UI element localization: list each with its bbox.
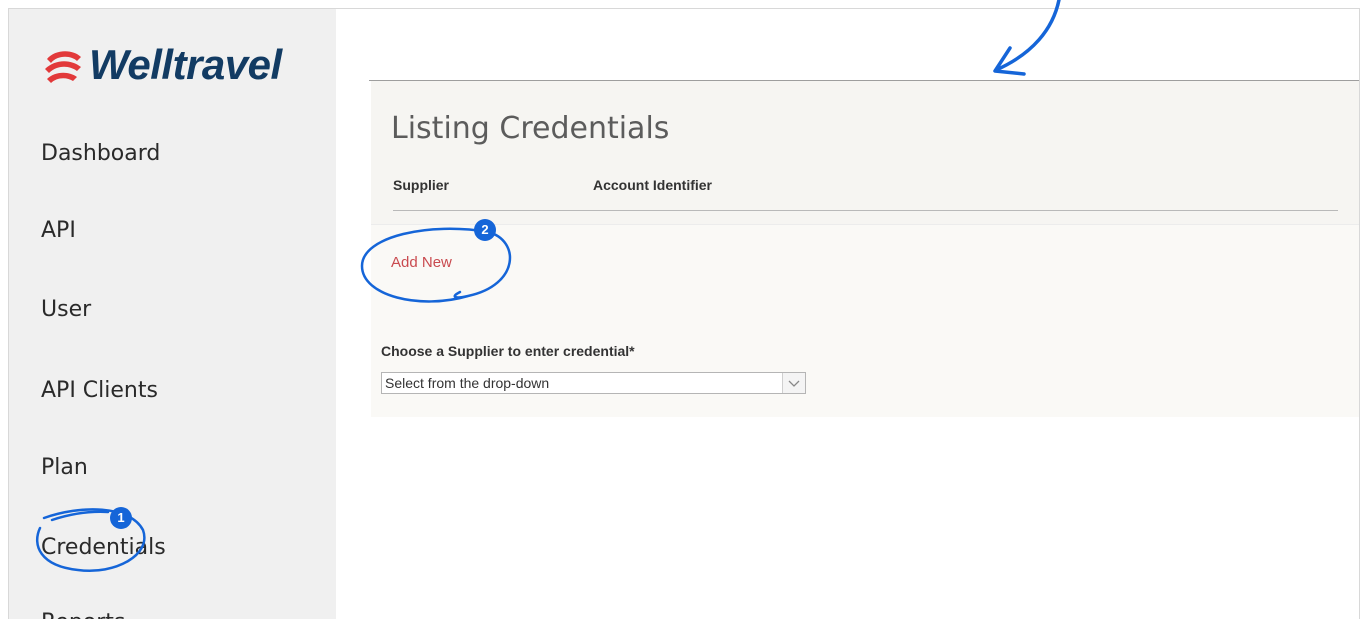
brand-logo[interactable]: Welltravel bbox=[41, 41, 282, 89]
panel-header: Listing Credentials Supplier Account Ide… bbox=[371, 81, 1359, 225]
supplier-select-value: Select from the drop-down bbox=[385, 375, 550, 391]
column-header-account-identifier[interactable]: Account Identifier bbox=[593, 177, 712, 193]
sidebar: Welltravel Dashboard API User API Client… bbox=[9, 9, 336, 619]
add-new-link[interactable]: Add New bbox=[391, 254, 452, 271]
credentials-panel: Listing Credentials Supplier Account Ide… bbox=[371, 81, 1359, 417]
dropdown-button[interactable] bbox=[782, 373, 805, 393]
sidebar-item-reports[interactable]: Reports bbox=[41, 610, 125, 619]
sidebar-item-api-clients[interactable]: API Clients bbox=[41, 378, 158, 403]
table-header-divider bbox=[393, 210, 1338, 211]
sidebar-item-credentials[interactable]: Credentials bbox=[41, 535, 166, 560]
sidebar-item-dashboard[interactable]: Dashboard bbox=[41, 141, 160, 166]
chevron-down-icon bbox=[788, 380, 800, 387]
supplier-field-label: Choose a Supplier to enter credential* bbox=[381, 343, 635, 359]
app-window: Welltravel Dashboard API User API Client… bbox=[8, 8, 1360, 619]
supplier-select[interactable]: Select from the drop-down bbox=[381, 372, 806, 394]
annotation-badge-2: 2 bbox=[474, 219, 496, 241]
column-header-supplier[interactable]: Supplier bbox=[393, 177, 449, 193]
annotation-badge-1: 1 bbox=[110, 507, 132, 529]
welltravel-logo-icon bbox=[45, 51, 81, 83]
sidebar-item-api[interactable]: API bbox=[41, 218, 76, 243]
page-title: Listing Credentials bbox=[391, 111, 670, 146]
main-content: Listing Credentials Supplier Account Ide… bbox=[336, 9, 1359, 619]
brand-name: Welltravel bbox=[89, 41, 282, 88]
sidebar-item-user[interactable]: User bbox=[41, 297, 91, 322]
sidebar-item-plan[interactable]: Plan bbox=[41, 455, 88, 480]
